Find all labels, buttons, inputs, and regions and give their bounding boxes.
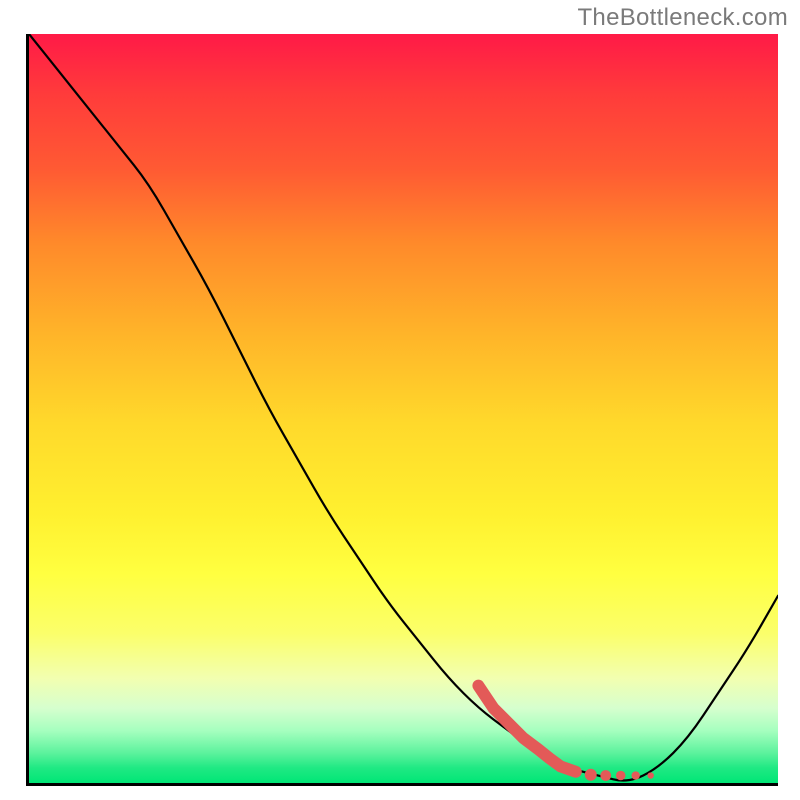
highlight-dot: [616, 771, 626, 781]
highlight-dot: [585, 769, 597, 781]
highlight-segment-solid: [478, 686, 575, 772]
highlight-dot: [600, 770, 611, 781]
plot-overlay: [29, 34, 778, 783]
plot-area: [26, 34, 778, 786]
highlight-dot: [632, 771, 640, 779]
watermark-text: TheBottleneck.com: [577, 4, 788, 32]
main-curve: [29, 34, 778, 781]
highlight-dot: [647, 772, 653, 778]
